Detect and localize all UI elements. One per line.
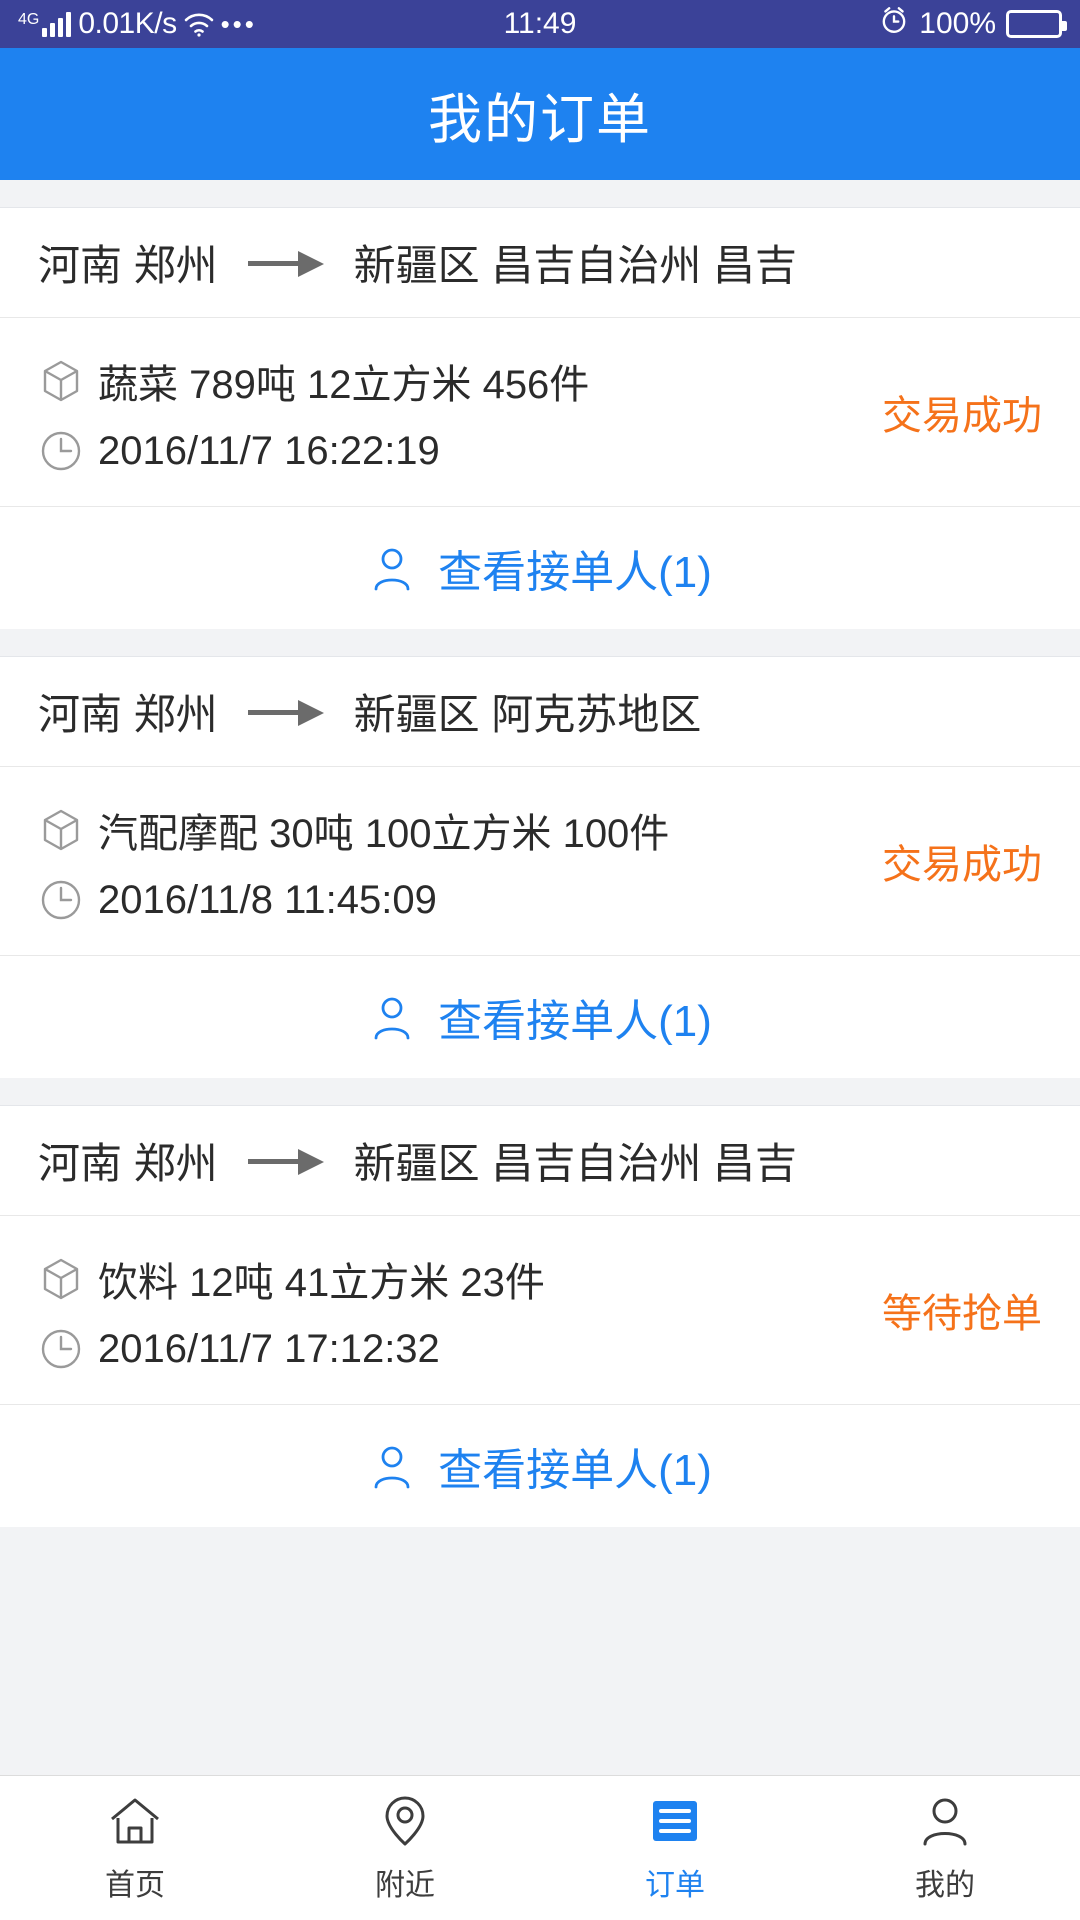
tab-home[interactable]: 首页 bbox=[0, 1776, 270, 1920]
order-cargo-text: 饮料 12吨 41立方米 23件 bbox=[98, 1261, 545, 1305]
wifi-icon bbox=[184, 11, 214, 37]
tab-nearby[interactable]: 附近 bbox=[270, 1776, 540, 1920]
order-body: 蔬菜 789吨 12立方米 456件 2016/11/7 16:22:19 交易… bbox=[0, 318, 1080, 507]
view-takers-button[interactable]: 查看接单人(1) bbox=[0, 956, 1080, 1078]
arrow-right-icon bbox=[247, 1146, 324, 1176]
view-takers-label: 查看接单人(1) bbox=[438, 997, 712, 1046]
order-destination: 新疆区 昌吉自治州 昌吉 bbox=[353, 242, 798, 289]
view-takers-label: 查看接单人(1) bbox=[438, 1446, 712, 1495]
network-type-label: 4G bbox=[18, 11, 40, 28]
order-time-text: 2016/11/8 11:45:09 bbox=[98, 877, 437, 922]
person-icon bbox=[916, 1792, 974, 1850]
order-cargo-text: 汽配摩配 30吨 100立方米 100件 bbox=[98, 812, 670, 856]
package-box-icon bbox=[38, 358, 84, 404]
list-separator bbox=[0, 1078, 1080, 1106]
order-card[interactable]: 河南 郑州 新疆区 昌吉自治州 昌吉 饮料 12吨 41立方米 23件 2016… bbox=[0, 1106, 1080, 1527]
net-speed-label: 0.01K/s bbox=[78, 7, 177, 40]
bottom-navigation: 首页 附近 订单 我的 bbox=[0, 1775, 1080, 1920]
clock-icon bbox=[38, 428, 84, 474]
tab-mine-label: 我的 bbox=[915, 1869, 975, 1902]
order-origin: 河南 郑州 bbox=[38, 1140, 218, 1187]
person-icon bbox=[368, 993, 416, 1041]
order-list-icon bbox=[646, 1792, 704, 1850]
tab-mine[interactable]: 我的 bbox=[810, 1776, 1080, 1920]
arrow-right-icon bbox=[247, 248, 324, 278]
arrow-right-icon bbox=[247, 697, 324, 727]
list-separator bbox=[0, 629, 1080, 657]
view-takers-button[interactable]: 查看接单人(1) bbox=[0, 507, 1080, 629]
order-time-text: 2016/11/7 16:22:19 bbox=[98, 428, 440, 473]
more-dots-icon: ••• bbox=[220, 9, 257, 39]
order-origin: 河南 郑州 bbox=[38, 242, 218, 289]
package-box-icon bbox=[38, 1256, 84, 1302]
order-route: 河南 郑州 新疆区 阿克苏地区 bbox=[0, 657, 1080, 767]
phone-screen: 4G 0.01K/s ••• 11:49 100% 我的订单 河南 郑州 新疆区… bbox=[0, 0, 1080, 1920]
clock-icon bbox=[38, 1326, 84, 1372]
order-time-text: 2016/11/7 17:12:32 bbox=[98, 1326, 440, 1371]
location-pin-icon bbox=[376, 1792, 434, 1850]
order-status-badge: 交易成功 bbox=[882, 843, 1042, 887]
status-bar-right: 100% bbox=[879, 5, 1067, 43]
status-bar: 4G 0.01K/s ••• 11:49 100% bbox=[0, 0, 1080, 48]
order-list[interactable]: 河南 郑州 新疆区 昌吉自治州 昌吉 蔬菜 789吨 12立方米 456件 20… bbox=[0, 180, 1080, 1775]
order-status-badge: 交易成功 bbox=[882, 394, 1042, 438]
package-box-icon bbox=[38, 807, 84, 853]
order-origin: 河南 郑州 bbox=[38, 691, 218, 738]
view-takers-label: 查看接单人(1) bbox=[438, 548, 712, 597]
person-icon bbox=[368, 544, 416, 592]
tab-home-label: 首页 bbox=[105, 1869, 165, 1902]
view-takers-button[interactable]: 查看接单人(1) bbox=[0, 1405, 1080, 1527]
order-destination: 新疆区 阿克苏地区 bbox=[353, 691, 702, 738]
order-destination: 新疆区 昌吉自治州 昌吉 bbox=[353, 1140, 798, 1187]
order-route: 河南 郑州 新疆区 昌吉自治州 昌吉 bbox=[0, 1106, 1080, 1216]
status-bar-left: 4G 0.01K/s ••• bbox=[18, 7, 257, 41]
tab-orders[interactable]: 订单 bbox=[540, 1776, 810, 1920]
order-card[interactable]: 河南 郑州 新疆区 阿克苏地区 汽配摩配 30吨 100立方米 100件 201… bbox=[0, 657, 1080, 1078]
page-title: 我的订单 bbox=[428, 89, 652, 150]
order-route: 河南 郑州 新疆区 昌吉自治州 昌吉 bbox=[0, 208, 1080, 318]
battery-icon bbox=[1006, 10, 1067, 38]
person-icon bbox=[368, 1442, 416, 1490]
home-icon bbox=[106, 1792, 164, 1850]
list-separator bbox=[0, 180, 1080, 208]
clock-icon bbox=[38, 877, 84, 923]
alarm-clock-icon bbox=[879, 5, 909, 43]
signal-bars-icon bbox=[42, 11, 72, 37]
order-card[interactable]: 河南 郑州 新疆区 昌吉自治州 昌吉 蔬菜 789吨 12立方米 456件 20… bbox=[0, 208, 1080, 629]
order-body: 饮料 12吨 41立方米 23件 2016/11/7 17:12:32 等待抢单 bbox=[0, 1216, 1080, 1405]
order-status-badge: 等待抢单 bbox=[882, 1292, 1042, 1336]
page-title-bar: 我的订单 bbox=[0, 48, 1080, 180]
tab-nearby-label: 附近 bbox=[375, 1869, 435, 1902]
order-body: 汽配摩配 30吨 100立方米 100件 2016/11/8 11:45:09 … bbox=[0, 767, 1080, 956]
order-cargo-text: 蔬菜 789吨 12立方米 456件 bbox=[98, 363, 590, 407]
battery-percent-label: 100% bbox=[919, 7, 996, 40]
tab-orders-label: 订单 bbox=[645, 1869, 705, 1902]
